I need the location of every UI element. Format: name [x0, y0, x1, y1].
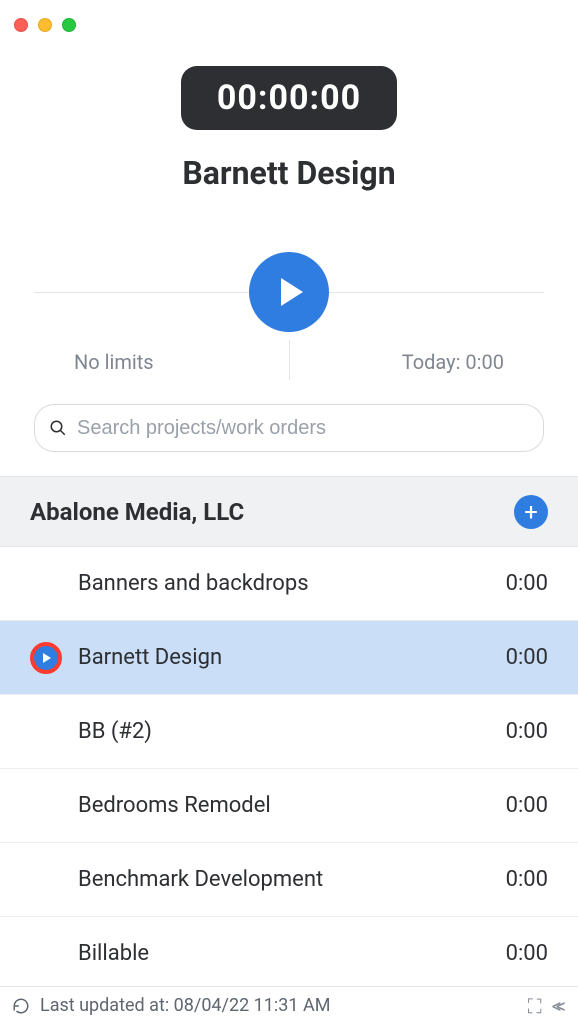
project-time: 0:00 — [506, 719, 548, 744]
project-row[interactable]: Bedrooms Remodel 0:00 — [0, 769, 578, 843]
client-group-header[interactable]: Abalone Media, LLC + — [0, 477, 578, 547]
last-updated-label: Last updated at: 08/04/22 11:31 AM — [40, 995, 330, 1016]
current-project-title: Barnett Design — [0, 154, 578, 192]
window-titlebar — [0, 0, 578, 50]
close-window-button[interactable] — [14, 18, 28, 32]
project-name: Bedrooms Remodel — [78, 793, 271, 818]
project-name: BB (#2) — [78, 719, 152, 744]
search-input[interactable] — [77, 417, 529, 440]
divider-vertical — [289, 340, 290, 380]
project-time: 0:00 — [506, 793, 548, 818]
project-time: 0:00 — [506, 867, 548, 892]
project-time: 0:00 — [506, 645, 548, 670]
limits-row: No limits Today: 0:00 — [34, 350, 544, 374]
play-area — [34, 252, 544, 332]
refresh-icon[interactable] — [12, 997, 30, 1015]
timer-display: 00:00:00 — [181, 66, 397, 130]
limits-label[interactable]: No limits — [74, 350, 154, 374]
add-project-button[interactable]: + — [514, 495, 548, 529]
project-name: Barnett Design — [78, 645, 222, 670]
project-row[interactable]: Banners and backdrops 0:00 — [0, 547, 578, 621]
project-row[interactable]: BB (#2) 0:00 — [0, 695, 578, 769]
collapse-icon[interactable]: << — [552, 994, 560, 1018]
project-row[interactable]: Barnett Design 0:00 — [0, 621, 578, 695]
fullscreen-window-button[interactable] — [62, 18, 76, 32]
plus-icon: + — [524, 498, 538, 526]
project-name: Banners and backdrops — [78, 571, 309, 596]
today-total-label[interactable]: Today: 0:00 — [402, 350, 504, 374]
project-time: 0:00 — [506, 941, 548, 966]
search-field[interactable] — [34, 404, 544, 452]
play-icon — [43, 653, 51, 663]
project-list: Abalone Media, LLC + Banners and backdro… — [0, 476, 578, 986]
project-name: Benchmark Development — [78, 867, 323, 892]
play-icon — [281, 278, 303, 306]
client-name: Abalone Media, LLC — [30, 498, 244, 526]
status-bar: Last updated at: 08/04/22 11:31 AM ⛶ << — [0, 986, 578, 1024]
project-row[interactable]: Billable 0:00 — [0, 917, 578, 986]
project-row[interactable]: Benchmark Development 0:00 — [0, 843, 578, 917]
row-play-button[interactable] — [30, 642, 62, 674]
project-name: Billable — [78, 941, 149, 966]
project-time: 0:00 — [506, 571, 548, 596]
play-button[interactable] — [249, 252, 329, 332]
search-icon — [49, 419, 67, 437]
minimize-window-button[interactable] — [38, 18, 52, 32]
compact-view-icon[interactable]: ⛶ — [528, 994, 542, 1018]
